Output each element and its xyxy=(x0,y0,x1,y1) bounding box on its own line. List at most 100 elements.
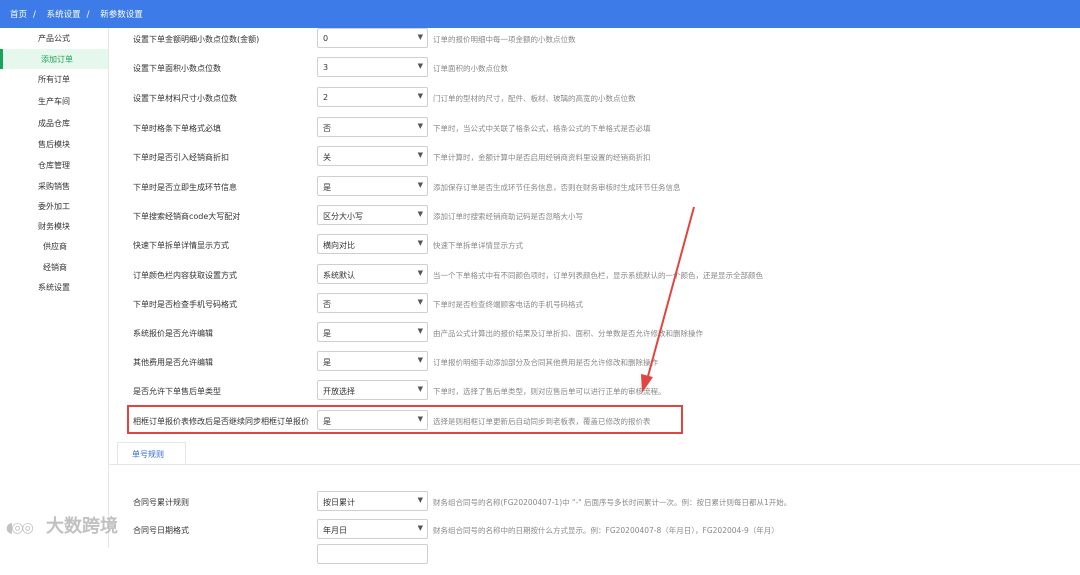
setting-select[interactable]: 横向对比 ▼ xyxy=(317,234,428,254)
rule-row: 合同号累计规则 按日累计 ▼ 财务组合同号的名称(FG20200407-1)中 "… xyxy=(109,491,1080,522)
select-value: 是 xyxy=(323,358,331,367)
sidebar-item-all-orders[interactable]: 所有订单 xyxy=(0,69,108,89)
sidebar-item-label: 成品仓库 xyxy=(38,119,70,128)
setting-description: 下单时，选择了售后单类型，则对应售后单可以进行正单的审核流程。 xyxy=(433,387,666,396)
setting-description: 财务组合同号的名称(FG20200407-1)中 "-" 后面序号多长时间累计一… xyxy=(433,498,792,507)
setting-select[interactable]: 3 ▼ xyxy=(317,57,428,77)
settings-panel: 设置下单金额明细小数点位数(金额) 0 ▼ 订单的报价明细中每一项金额的小数点位数… xyxy=(109,28,1080,564)
sidebar-item-finance[interactable]: 财务模块 xyxy=(0,216,108,236)
sidebar-item-label: 添加订单 xyxy=(41,55,73,64)
setting-label: 下单时是否引入经销商折扣 xyxy=(133,153,229,162)
chevron-down-icon: ▼ xyxy=(417,122,423,130)
setting-select[interactable]: 否 ▼ xyxy=(317,293,428,313)
sidebar-item-label: 财务模块 xyxy=(38,222,70,231)
sidebar-item-after-sales[interactable]: 售后模块 xyxy=(0,134,108,154)
breadcrumb-current: 新参数设置 xyxy=(100,10,143,20)
setting-label: 设置下单面积小数点位数 xyxy=(133,64,221,73)
breadcrumb-home[interactable]: 首页 xyxy=(10,10,27,20)
setting-select[interactable]: 区分大小写 ▼ xyxy=(317,205,428,225)
watermark-logo-icon: ◖◎◎ xyxy=(6,520,34,536)
sidebar-item-add-order[interactable]: 添加订单 xyxy=(0,49,108,69)
chevron-down-icon: ▼ xyxy=(417,210,423,218)
select-value: 按日累计 xyxy=(323,498,355,507)
rule-row-partial xyxy=(109,544,1080,575)
sidebar-item-product-formula[interactable]: 产品公式 xyxy=(0,28,108,48)
setting-description: 财务组合同号的名称中的日期按什么方式显示。例：FG20200407-8（年月日）… xyxy=(433,526,779,535)
setting-row: 下单时是否检查手机号码格式 否 ▼ 下单时是否检查终端顾客电话的手机号码格式 xyxy=(109,293,1080,324)
setting-label: 下单搜索经销商code大写配对 xyxy=(133,212,241,221)
sidebar-item-label: 产品公式 xyxy=(38,34,70,43)
sidebar-item-system-settings[interactable]: 系统设置 xyxy=(0,277,108,297)
setting-select[interactable]: 按日累计 ▼ xyxy=(317,491,428,511)
select-value: 3 xyxy=(323,63,329,72)
chevron-down-icon: ▼ xyxy=(417,239,423,247)
setting-row: 设置下单面积小数点位数 3 ▼ 订单面积的小数点位数 xyxy=(109,57,1080,88)
setting-description: 订单的报价明细中每一项金额的小数点位数 xyxy=(433,35,576,44)
setting-description: 快速下单拆单详情显示方式 xyxy=(433,241,523,250)
setting-description: 添加订单时搜索经销商助记码是否忽略大小写 xyxy=(433,212,583,221)
setting-label: 设置下单金额明细小数点位数(金额) xyxy=(133,35,260,44)
chevron-down-icon: ▼ xyxy=(417,151,423,159)
chevron-down-icon: ▼ xyxy=(417,327,423,335)
setting-label: 下单时格条下单格式必填 xyxy=(133,124,221,133)
breadcrumb-system-settings[interactable]: 系统设置 xyxy=(47,10,81,20)
setting-label: 合同号日期格式 xyxy=(133,526,189,535)
sidebar-item-label: 采购销售 xyxy=(38,182,70,191)
setting-description: 门订单的型材的尺寸，配件、板材、玻璃的高宽的小数点位数 xyxy=(433,94,636,103)
setting-row: 下单搜索经销商code大写配对 区分大小写 ▼ 添加订单时搜索经销商助记码是否忽略… xyxy=(109,205,1080,236)
setting-select[interactable]: 是 ▼ xyxy=(317,351,428,371)
sidebar-item-dealers[interactable]: 经销商 xyxy=(0,257,108,277)
setting-select[interactable]: 0 ▼ xyxy=(317,28,428,48)
setting-row: 下单时是否引入经销商折扣 关 ▼ 下单计算时，金额计算中是否启用经销商资料里设置的… xyxy=(109,146,1080,177)
tab-order-number-rules[interactable]: 单号规则 xyxy=(117,442,186,464)
top-bar: 首页 / 系统设置 / 新参数设置 xyxy=(0,0,1080,28)
setting-description: 添加保存订单是否生成环节任务信息，否则在财务审核时生成环节任务信息 xyxy=(433,183,681,192)
sidebar-item-purchase-sales[interactable]: 采购销售 xyxy=(0,176,108,196)
setting-label: 是否允许下单售后单类型 xyxy=(133,387,221,396)
sidebar-item-label: 售后模块 xyxy=(38,140,70,149)
sidebar-item-label: 生产车间 xyxy=(38,97,70,106)
setting-description: 下单时是否检查终端顾客电话的手机号码格式 xyxy=(433,300,583,309)
select-value: 关 xyxy=(323,153,331,162)
setting-row: 订单颜色栏内容获取设置方式 系统默认 ▼ 当一个下单格式中有不同颜色项时，订单列表… xyxy=(109,264,1080,295)
sidebar-item-suppliers[interactable]: 供应商 xyxy=(0,236,108,256)
chevron-down-icon: ▼ xyxy=(417,524,423,532)
chevron-down-icon: ▼ xyxy=(417,269,423,277)
sidebar-item-outsourcing[interactable]: 委外加工 xyxy=(0,196,108,216)
sidebar-item-workshop[interactable]: 生产车间 xyxy=(0,91,108,111)
setting-select[interactable]: 是 ▼ xyxy=(317,322,428,342)
setting-select[interactable]: 否 ▼ xyxy=(317,117,428,137)
setting-row: 设置下单材料尺寸小数点位数 2 ▼ 门订单的型材的尺寸，配件、板材、玻璃的高宽的小… xyxy=(109,87,1080,118)
tab-bar: 单号规则 xyxy=(109,442,1080,465)
setting-select[interactable]: 开放选择 ▼ xyxy=(317,380,428,400)
watermark-text: 大数跨境 xyxy=(46,516,118,537)
sidebar-item-label: 仓库管理 xyxy=(38,161,70,170)
setting-row: 设置下单金额明细小数点位数(金额) 0 ▼ 订单的报价明细中每一项金额的小数点位数 xyxy=(109,28,1080,59)
sidebar-item-label: 系统设置 xyxy=(38,283,70,292)
setting-label: 系统报价是否允许编辑 xyxy=(133,329,213,338)
setting-select[interactable]: 系统默认 ▼ xyxy=(317,264,428,284)
breadcrumb: 首页 / 系统设置 / 新参数设置 xyxy=(10,8,149,20)
setting-description: 订单面积的小数点位数 xyxy=(433,64,508,73)
setting-description: 由产品公式计算出的报价结果及订单折扣、面积、分单数是否允许修改和删除操作 xyxy=(433,329,703,338)
setting-select[interactable]: 年月日 ▼ xyxy=(317,519,428,539)
tab-label: 单号规则 xyxy=(132,450,164,459)
setting-select[interactable]: 是 ▼ xyxy=(317,176,428,196)
setting-row: 其他费用是否允许编辑 是 ▼ 订单报价明细手动添加部分及合同其他费用是否允许修改和… xyxy=(109,351,1080,382)
select-value: 横向对比 xyxy=(323,241,355,250)
select-value: 是 xyxy=(323,329,331,338)
sidebar-item-label: 经销商 xyxy=(43,263,67,272)
setting-select[interactable] xyxy=(317,544,428,564)
setting-label: 下单时是否检查手机号码格式 xyxy=(133,300,237,309)
sidebar: 产品公式 添加订单 所有订单 生产车间 成品仓库 售后模块 仓库管理 采购销售 … xyxy=(0,28,109,548)
sidebar-item-warehouse[interactable]: 仓库管理 xyxy=(0,155,108,175)
sidebar-item-finished-warehouse[interactable]: 成品仓库 xyxy=(0,113,108,133)
setting-row: 系统报价是否允许编辑 是 ▼ 由产品公式计算出的报价结果及订单折扣、面积、分单数是… xyxy=(109,322,1080,353)
setting-select[interactable]: 2 ▼ xyxy=(317,87,428,107)
chevron-down-icon: ▼ xyxy=(417,62,423,70)
setting-label: 快速下单拆单详情显示方式 xyxy=(133,241,229,250)
select-value: 2 xyxy=(323,93,329,102)
select-value: 0 xyxy=(323,34,329,43)
sidebar-item-label: 供应商 xyxy=(43,242,67,251)
setting-select[interactable]: 关 ▼ xyxy=(317,146,428,166)
